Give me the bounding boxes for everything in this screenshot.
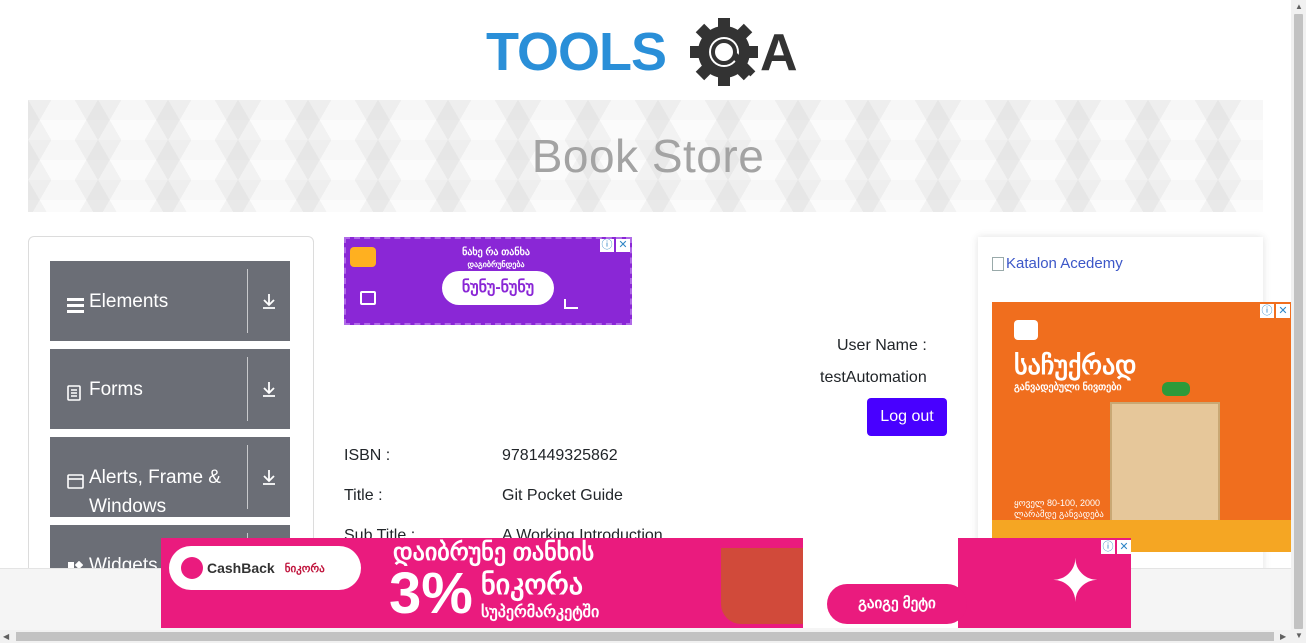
- ad-text: დაგიბრუნდება: [467, 260, 525, 269]
- isbn-label: ISBN :: [344, 447, 391, 464]
- cashback-logo: CashBack ნიკორა: [169, 546, 361, 590]
- cashback-text: CashBack: [207, 560, 275, 576]
- hamburger-icon: [67, 293, 89, 322]
- scroll-right-icon[interactable]: ▶: [1280, 632, 1286, 641]
- ad-brand-logo: ნუნუ-ნუნუ: [442, 271, 554, 305]
- ad-text: ნახე რა თანხა: [462, 247, 530, 258]
- vertical-scroll-thumb[interactable]: [1294, 14, 1303, 629]
- nikora-text: ნიკორა: [284, 562, 325, 575]
- ad-headline: საჩუქრად: [1014, 350, 1137, 380]
- ad-percent: 3%: [389, 561, 473, 626]
- broken-image-icon: [992, 256, 1004, 271]
- cashback-icon: [181, 557, 203, 579]
- ad-brand-icon: [1014, 320, 1038, 340]
- right-ad-column: Katalon Acedemy ⓘ ✕ საჩუქრად განვადებული…: [978, 237, 1292, 577]
- ad-subheadline: განვადებული ნივთები: [1014, 382, 1122, 393]
- username-label: User Name :: [837, 337, 927, 354]
- sidebar-group-label: Alerts, Frame & Windows: [89, 467, 221, 517]
- username-value: testAutomation: [820, 369, 927, 386]
- shoe-icon: [564, 299, 578, 309]
- logo-text-tools: TOOLS: [486, 22, 666, 82]
- sidebar-group-label: Elements: [89, 291, 169, 312]
- toolsqa-logo[interactable]: TOOLS A: [486, 16, 810, 92]
- title-value: Git Pocket Guide: [502, 487, 623, 504]
- ad-banner-bottom[interactable]: ⓘ ✕ CashBack ნიკორა დაიბრუნე თანხის 3% ნ…: [161, 538, 1131, 628]
- ad-close-icon[interactable]: ✕: [616, 239, 630, 252]
- katalon-ad-image[interactable]: Katalon Acedemy: [992, 255, 1123, 272]
- logo-text-a: A: [760, 24, 798, 82]
- ad-info-icon[interactable]: ⓘ: [600, 239, 614, 252]
- page-title: Book Store: [531, 130, 765, 182]
- download-arrow-icon[interactable]: [248, 261, 290, 341]
- isbn-value: 9781449325862: [502, 447, 618, 464]
- ad-banner-right[interactable]: ⓘ ✕ საჩუქრად განვადებული ნივთები ყოველ 8…: [992, 302, 1292, 552]
- sidebar-group-elements[interactable]: Elements: [50, 261, 290, 341]
- ad-brand-name: ნიკორა: [481, 569, 583, 600]
- title-label: Title :: [344, 487, 383, 504]
- download-arrow-icon[interactable]: [248, 437, 290, 517]
- scroll-down-icon[interactable]: ▼: [1295, 631, 1303, 640]
- ad-close-icon[interactable]: ✕: [1276, 304, 1290, 318]
- logout-button[interactable]: Log out: [867, 398, 947, 436]
- gear-magnifier-icon: [690, 18, 758, 86]
- katalon-alt-text: Katalon Acedemy: [1006, 255, 1123, 272]
- ad-banner-top[interactable]: ⓘ ✕ ნახე რა თანხა დაგიბრუნდება ნუნუ-ნუნუ: [344, 237, 632, 325]
- sidebar-group-label: Forms: [89, 379, 143, 400]
- sidebar-group-forms[interactable]: Forms: [50, 349, 290, 429]
- ad-subheadline: სუპერმარკეტში: [481, 604, 600, 621]
- ad-note: ყოველ 80-100, 2000 ლარამდე განვადება: [1014, 498, 1104, 519]
- ad-info-icon[interactable]: ⓘ: [1260, 304, 1274, 318]
- left-sidebar: Elements Forms Alerts, Frame & Windows W…: [28, 236, 314, 576]
- scroll-left-icon[interactable]: ◀: [3, 632, 9, 641]
- ad-brand-icon: [350, 247, 376, 267]
- window-icon: [67, 469, 89, 498]
- horizontal-scroll-thumb[interactable]: [16, 632, 1274, 641]
- download-arrow-icon[interactable]: [248, 349, 290, 429]
- ad-info-icon[interactable]: ⓘ: [1101, 540, 1115, 554]
- bow-icon: [1162, 382, 1190, 396]
- learn-more-button[interactable]: გაიგე მეტი: [827, 584, 967, 624]
- ad-close-icon[interactable]: ✕: [1117, 540, 1131, 554]
- document-icon: [67, 381, 89, 410]
- scroll-up-icon[interactable]: ▲: [1295, 2, 1303, 11]
- horizontal-scrollbar[interactable]: ◀ ▶: [0, 630, 1291, 643]
- bag-icon: [360, 291, 376, 305]
- sidebar-group-alerts[interactable]: Alerts, Frame & Windows: [50, 437, 290, 517]
- vertical-scrollbar[interactable]: ▲ ▼: [1291, 0, 1306, 643]
- sparkle-icon: ✦: [1051, 549, 1100, 614]
- page-banner: Book Store: [28, 100, 1263, 212]
- toolsqa-logo-graphic: TOOLS A: [486, 18, 798, 86]
